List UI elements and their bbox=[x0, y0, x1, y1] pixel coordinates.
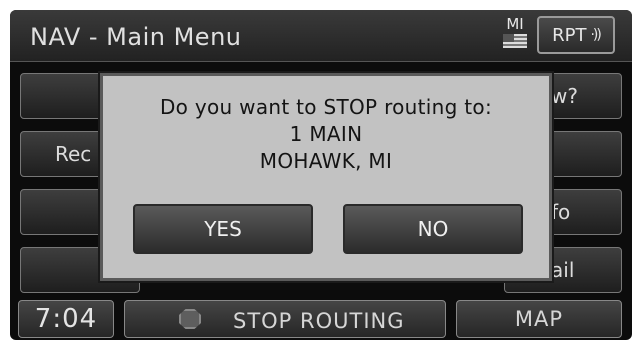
yes-button[interactable]: YES bbox=[133, 204, 313, 254]
page-title: NAV - Main Menu bbox=[30, 23, 242, 51]
dialog-message: Do you want to STOP routing to: 1 MAIN M… bbox=[103, 94, 549, 175]
nav-screen: NAV - Main Menu MI RPT ·)) A Rec I G w? … bbox=[10, 10, 632, 340]
destination-city: MOHAWK, MI bbox=[259, 149, 393, 173]
stop-routing-button[interactable]: STOP ROUTING bbox=[124, 300, 446, 338]
stop-routing-dialog: Do you want to STOP routing to: 1 MAIN M… bbox=[100, 73, 552, 281]
header-bar: NAV - Main Menu MI RPT ·)) bbox=[10, 10, 632, 62]
footer-bar: 7:04 STOP ROUTING MAP bbox=[10, 296, 632, 340]
sound-waves-icon: ·)) bbox=[590, 27, 601, 43]
state-indicator: MI bbox=[498, 16, 532, 48]
menu-item-label: Rec bbox=[55, 142, 92, 166]
menu-item-label: fo bbox=[551, 200, 571, 224]
repeat-button[interactable]: RPT ·)) bbox=[537, 16, 615, 54]
menu-item-label: ail bbox=[551, 258, 575, 282]
no-button[interactable]: NO bbox=[343, 204, 523, 254]
dialog-question: Do you want to STOP routing to: bbox=[159, 95, 493, 119]
map-button[interactable]: MAP bbox=[456, 300, 622, 338]
stop-routing-label: STOP ROUTING bbox=[233, 309, 405, 333]
repeat-button-label: RPT bbox=[552, 24, 587, 46]
stop-sign-icon bbox=[179, 309, 201, 329]
menu-item-label: w? bbox=[551, 84, 578, 108]
us-flag-icon bbox=[503, 34, 527, 48]
clock: 7:04 bbox=[18, 300, 114, 338]
state-code: MI bbox=[506, 15, 524, 33]
destination-street: 1 MAIN bbox=[289, 122, 363, 146]
